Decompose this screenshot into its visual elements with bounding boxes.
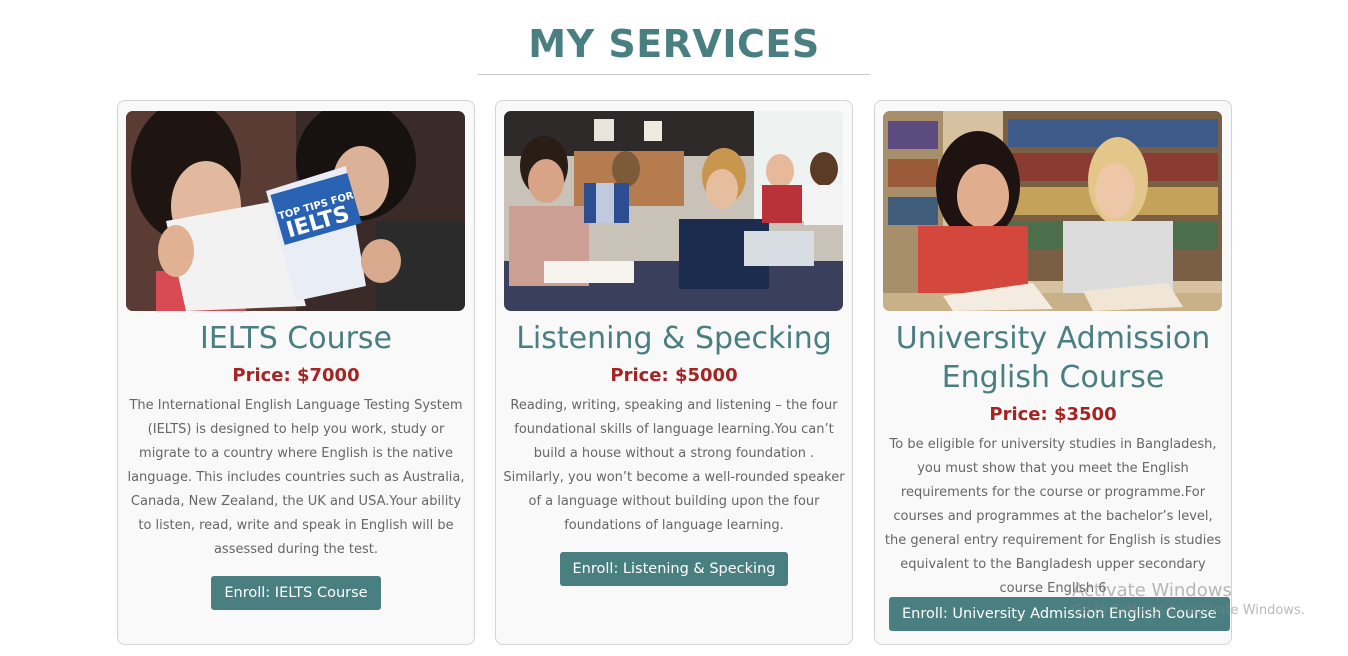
card-title: IELTS Course	[199, 321, 393, 356]
enroll-ielts-button[interactable]: Enroll: IELTS Course	[211, 576, 381, 610]
card-description: The International English Language Testi…	[127, 398, 465, 557]
classroom-image	[504, 111, 843, 311]
activate-windows-watermark: Activate Windows Go to Settings to activ…	[1072, 580, 1305, 618]
card-price: Price: $3500	[989, 404, 1117, 425]
enroll-listening-button[interactable]: Enroll: Listening & Specking	[559, 552, 789, 586]
card-title: University Admission English Course	[895, 321, 1211, 395]
card-price: Price: $5000	[610, 365, 738, 386]
watermark-subtitle: Go to Settings to activate Windows.	[1072, 603, 1305, 618]
card-price: Price: $7000	[232, 365, 360, 386]
card-description: To be eligible for university studies in…	[884, 437, 1222, 596]
ielts-book-image: TOP TIPS FOR IELTS	[126, 111, 465, 311]
card-title: Listening & Specking	[516, 321, 832, 356]
service-card-university: University Admission English Course Pric…	[874, 100, 1232, 645]
service-card-listening: Listening & Specking Price: $5000 Readin…	[495, 100, 853, 645]
section-title: MY SERVICES	[528, 22, 820, 66]
title-divider	[478, 74, 870, 75]
service-card-ielts: TOP TIPS FOR IELTS IELTS Course Price: $…	[117, 100, 475, 645]
library-students-image	[883, 111, 1222, 311]
watermark-title: Activate Windows	[1072, 580, 1232, 601]
card-description: Reading, writing, speaking and listening…	[503, 398, 845, 533]
